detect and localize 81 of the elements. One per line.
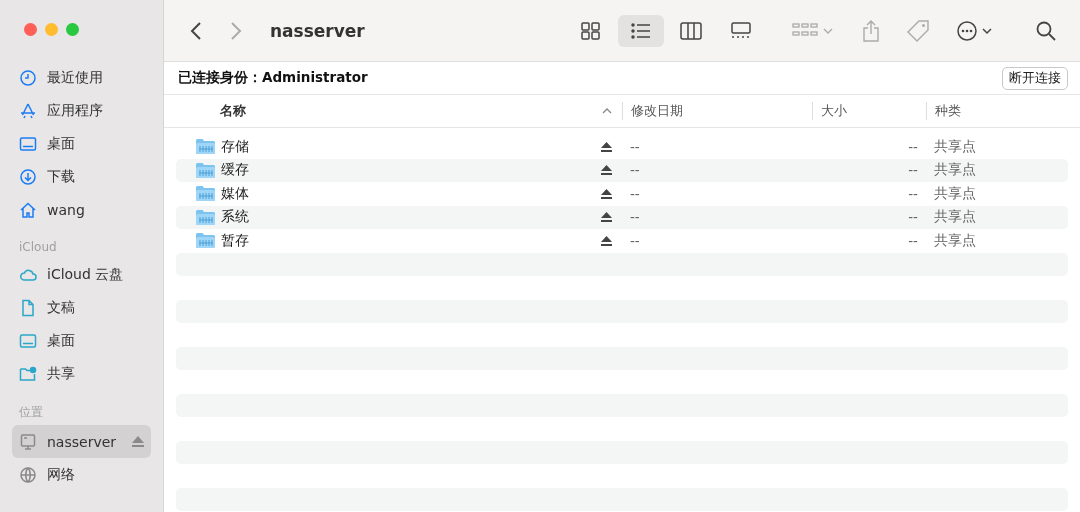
eject-icon[interactable] bbox=[601, 235, 612, 246]
kind-cell: 共享点 bbox=[934, 184, 976, 203]
connection-status: 已连接身份：Administrator bbox=[178, 69, 368, 87]
sidebar-item[interactable]: wang bbox=[12, 193, 151, 226]
file-name: 暂存 bbox=[221, 231, 250, 250]
sidebar-item[interactable]: 下载 bbox=[12, 160, 151, 193]
desktop-icon bbox=[19, 331, 37, 350]
kind-cell: 共享点 bbox=[934, 231, 976, 250]
shared-folder-icon bbox=[196, 209, 215, 225]
file-name: 系统 bbox=[221, 208, 250, 227]
desktop-icon bbox=[19, 134, 37, 153]
shared-folder-icon bbox=[196, 186, 215, 202]
date-cell: -- bbox=[630, 162, 640, 179]
sidebar-item-label: 桌面 bbox=[47, 134, 76, 153]
size-cell: -- bbox=[908, 138, 918, 155]
shared-folder-icon bbox=[19, 364, 37, 383]
file-row[interactable]: 系统 -- -- 共享点 bbox=[176, 205, 1068, 229]
sidebar-item-label: 共享 bbox=[47, 364, 76, 383]
sidebar-item[interactable]: 桌面 bbox=[12, 324, 151, 357]
disconnect-button[interactable]: 断开连接 bbox=[1002, 66, 1068, 90]
sidebar-item[interactable]: 共享 bbox=[12, 357, 151, 390]
size-cell: -- bbox=[908, 209, 918, 226]
kind-cell: 共享点 bbox=[934, 161, 976, 180]
date-cell: -- bbox=[630, 138, 640, 155]
eject-icon[interactable] bbox=[601, 212, 612, 223]
sidebar-item[interactable]: 文稿 bbox=[12, 291, 151, 324]
file-name: 缓存 bbox=[221, 161, 250, 180]
eject-icon[interactable] bbox=[601, 165, 612, 176]
clock-icon bbox=[19, 68, 37, 87]
file-row[interactable]: 缓存 -- -- 共享点 bbox=[176, 158, 1068, 182]
sidebar-item[interactable]: 桌面 bbox=[12, 127, 151, 160]
sidebar-item[interactable]: nasserver bbox=[12, 425, 151, 458]
window-title: nasserver bbox=[270, 20, 365, 41]
eject-icon[interactable] bbox=[601, 141, 612, 152]
computer-icon bbox=[19, 432, 37, 451]
shared-folder-icon bbox=[196, 162, 215, 178]
eject-icon[interactable] bbox=[601, 188, 612, 199]
date-cell: -- bbox=[630, 232, 640, 249]
sidebar-item[interactable]: iCloud 云盘 bbox=[12, 258, 151, 291]
document-icon bbox=[19, 298, 37, 317]
sidebar-item-label: 应用程序 bbox=[47, 101, 104, 120]
kind-cell: 共享点 bbox=[934, 208, 976, 227]
sidebar-item-label: 下载 bbox=[47, 167, 76, 186]
sidebar-item[interactable]: 网络 bbox=[12, 458, 151, 491]
list-view-icon[interactable] bbox=[618, 14, 664, 47]
globe-icon bbox=[19, 465, 37, 484]
app-store-icon bbox=[19, 101, 37, 120]
sidebar-item-label: wang bbox=[47, 201, 86, 218]
file-row[interactable]: 存储 -- -- 共享点 bbox=[176, 135, 1068, 159]
download-icon bbox=[19, 167, 37, 186]
shared-folder-icon bbox=[196, 233, 215, 249]
kind-cell: 共享点 bbox=[934, 137, 976, 156]
sidebar-item-label: iCloud 云盘 bbox=[47, 265, 125, 284]
sidebar-heading: 位置 bbox=[18, 404, 44, 421]
column-header[interactable]: 种类 bbox=[926, 102, 1080, 120]
sidebar-item-label: 网络 bbox=[47, 465, 76, 484]
search-icon[interactable] bbox=[1036, 20, 1056, 41]
file-row[interactable]: 暂存 -- -- 共享点 bbox=[176, 229, 1068, 253]
file-row[interactable]: 媒体 -- -- 共享点 bbox=[176, 182, 1068, 206]
shared-folder-icon bbox=[196, 139, 215, 155]
date-cell: -- bbox=[630, 209, 640, 226]
home-icon bbox=[19, 200, 37, 219]
sidebar-item[interactable]: 应用程序 bbox=[12, 94, 151, 127]
sidebar-item[interactable]: 最近使用 bbox=[12, 61, 151, 94]
back-icon[interactable] bbox=[190, 20, 202, 41]
file-name: 存储 bbox=[221, 137, 250, 156]
sidebar-item-label: 文稿 bbox=[47, 298, 76, 317]
date-cell: -- bbox=[630, 185, 640, 202]
size-cell: -- bbox=[908, 162, 918, 179]
column-header[interactable]: 修改日期 bbox=[622, 102, 812, 120]
sidebar-item-label: 最近使用 bbox=[47, 68, 104, 87]
file-name: 媒体 bbox=[221, 184, 250, 203]
sidebar-item-label: nasserver bbox=[47, 433, 118, 450]
sidebar-item-label: 桌面 bbox=[47, 331, 76, 350]
column-header[interactable]: 名称 bbox=[164, 102, 622, 120]
sort-ascending-icon bbox=[602, 108, 612, 114]
column-header[interactable]: 大小 bbox=[812, 102, 926, 120]
close-window-button[interactable] bbox=[24, 23, 37, 36]
sidebar-heading: iCloud bbox=[18, 239, 58, 256]
size-cell: -- bbox=[908, 232, 918, 249]
size-cell: -- bbox=[908, 185, 918, 202]
